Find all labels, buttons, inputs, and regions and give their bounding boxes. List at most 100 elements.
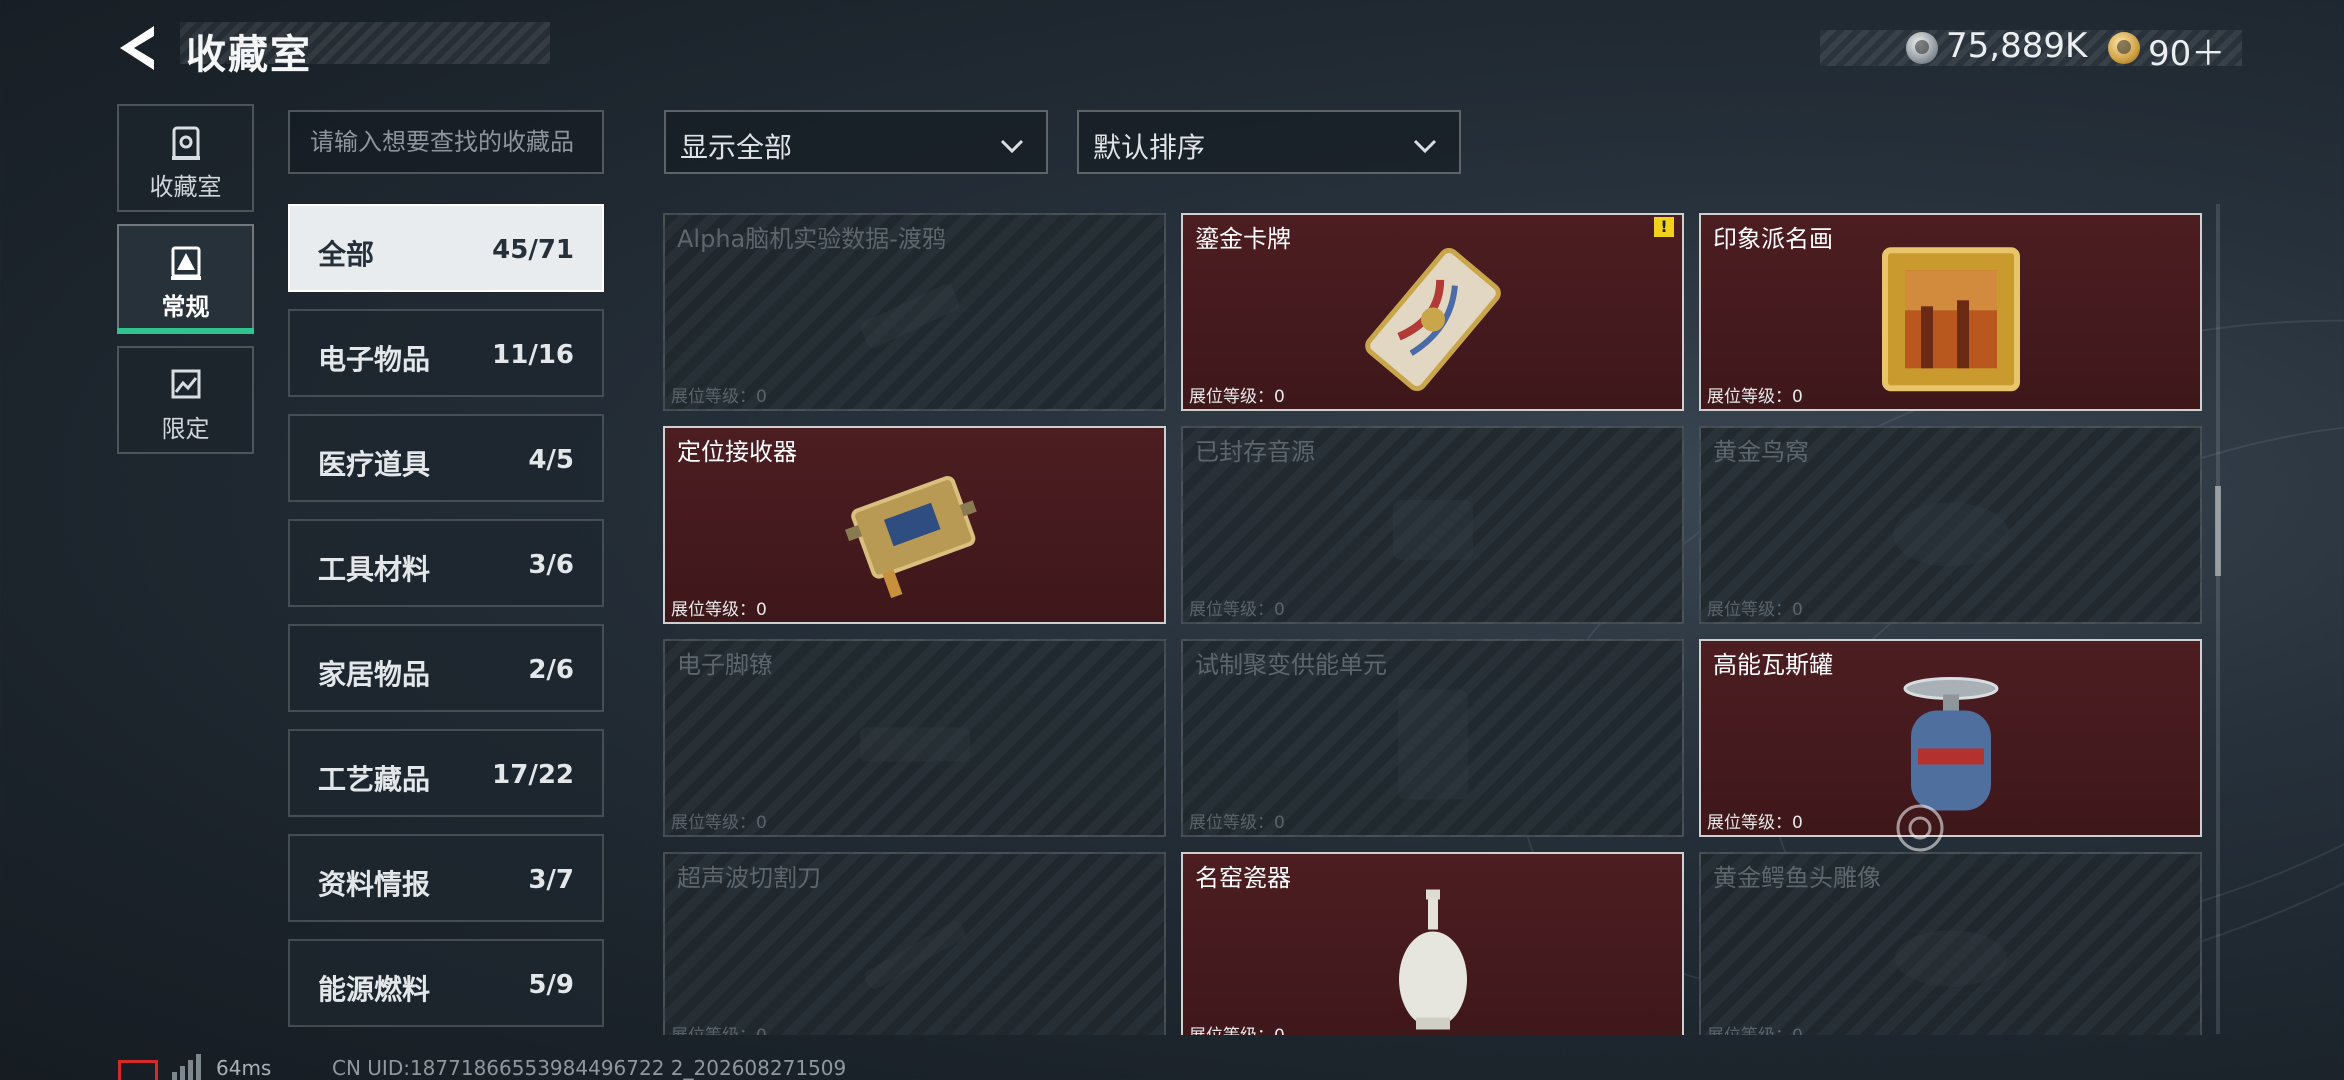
- item-name: 黄金鸟窝: [1713, 438, 1809, 466]
- item-name: 高能瓦斯罐: [1713, 651, 1833, 679]
- category-name: 资料情报: [318, 868, 431, 901]
- collection-item-card[interactable]: Alpha脑机实验数据-渡鸦 展位等级：0: [663, 213, 1166, 411]
- item-name: 印象派名画: [1713, 225, 1833, 253]
- side-tab-label: 常规: [161, 293, 210, 321]
- category-name: 电子物品: [318, 343, 431, 376]
- data-drive-icon: [860, 284, 959, 348]
- item-name: 试制聚变供能单元: [1195, 651, 1387, 679]
- signal-icon: [172, 1054, 201, 1080]
- golden-crocodile-head-icon: [1894, 930, 2007, 987]
- ultrasonic-cutter-icon: [864, 921, 965, 989]
- collection-item-card[interactable]: 已封存音源 展位等级：0: [1181, 426, 1684, 624]
- item-level: 展位等级：0: [1707, 387, 1803, 407]
- category-count: 4/5: [528, 445, 574, 475]
- sort-value: 默认排序: [1093, 131, 1206, 164]
- category-count: 2/6: [528, 655, 574, 685]
- battery-icon: [118, 1060, 158, 1080]
- item-name: 黄金鳄鱼头雕像: [1713, 864, 1881, 892]
- category-tools[interactable]: 工具材料 3/6: [288, 519, 604, 607]
- item-level: 展位等级：0: [1707, 813, 1803, 833]
- item-level: 展位等级：0: [1189, 600, 1285, 620]
- category-count: 11/16: [492, 340, 574, 370]
- item-level: 展位等级：0: [1189, 387, 1285, 407]
- collection-item-card[interactable]: 名窑瓷器 展位等级：0: [1181, 852, 1684, 1035]
- side-tab-limited[interactable]: 限定: [117, 346, 254, 454]
- collection-item-card[interactable]: 电子脚镣 展位等级：0: [663, 639, 1166, 837]
- category-name: 工具材料: [318, 553, 431, 586]
- item-level: 展位等级：0: [1707, 1021, 1803, 1035]
- category-medical[interactable]: 医疗道具 4/5: [288, 414, 604, 502]
- item-level: 展位等级：0: [1707, 600, 1803, 620]
- category-count: 17/22: [492, 760, 574, 790]
- framed-painting-icon: [1881, 247, 2020, 392]
- item-level: 展位等级：0: [671, 813, 767, 833]
- crosshair-icon: [1896, 804, 1944, 852]
- locator-receiver-icon: [844, 475, 977, 599]
- collection-item-card[interactable]: 黄金鳄鱼头雕像 展位等级：0: [1699, 852, 2202, 1035]
- show-filter-value: 显示全部: [680, 131, 793, 164]
- gold-coin-amount: 90＋: [2148, 34, 2226, 74]
- silver-coin-icon: [1906, 32, 1938, 64]
- item-name: 电子脚镣: [677, 651, 773, 679]
- side-tab-regular[interactable]: 常规: [117, 224, 254, 334]
- chevron-down-icon: [1413, 139, 1437, 154]
- category-name: 家居物品: [318, 658, 431, 691]
- category-name: 工艺藏品: [318, 763, 431, 796]
- gilded-card-icon: [1364, 247, 1501, 392]
- category-all[interactable]: 全部 45/71: [288, 204, 604, 292]
- alert-badge-icon: !: [1654, 217, 1674, 237]
- collection-item-card[interactable]: 鎏金卡牌 ! 展位等级：0: [1181, 213, 1684, 411]
- sort-dropdown[interactable]: 默认排序: [1077, 110, 1461, 174]
- back-arrow-icon[interactable]: [114, 22, 160, 74]
- search-input[interactable]: [288, 110, 604, 174]
- collection-item-card[interactable]: 试制聚变供能单元 展位等级：0: [1181, 639, 1684, 837]
- collection-item-card[interactable]: 高能瓦斯罐 展位等级：0: [1699, 639, 2202, 837]
- collection-item-card[interactable]: 超声波切割刀 展位等级：0: [663, 852, 1166, 1035]
- active-tab-indicator: [117, 328, 254, 334]
- ankle-monitor-icon: [859, 727, 970, 762]
- category-name: 能源燃料: [318, 973, 431, 1006]
- silver-coin-amount: 75,889K: [1946, 26, 2088, 66]
- grid-scroll-thumb[interactable]: [2215, 486, 2221, 576]
- item-name: Alpha脑机实验数据-渡鸦: [677, 225, 946, 253]
- show-filter-dropdown[interactable]: 显示全部: [664, 110, 1048, 174]
- item-level: 展位等级：0: [1189, 813, 1285, 833]
- category-household[interactable]: 家居物品 2/6: [288, 624, 604, 712]
- picture-icon: [171, 369, 200, 399]
- category-count: 3/6: [528, 550, 574, 580]
- category-fuel[interactable]: 能源燃料 5/9: [288, 939, 604, 1027]
- item-name: 超声波切割刀: [677, 864, 821, 892]
- golden-nest-icon: [1892, 502, 2009, 567]
- side-tab-collection-room[interactable]: 收藏室: [117, 104, 254, 212]
- item-name: 鎏金卡牌: [1195, 225, 1291, 253]
- item-level: 展位等级：0: [671, 600, 767, 620]
- header: 收藏室 75,889K 90＋: [0, 0, 2344, 100]
- category-intel[interactable]: 资料情报 3/7: [288, 834, 604, 922]
- category-electronics[interactable]: 电子物品 11/16: [288, 309, 604, 397]
- sealed-audio-icon: [1392, 500, 1473, 560]
- side-tab-label: 限定: [161, 415, 210, 443]
- collection-item-card[interactable]: 黄金鸟窝 展位等级：0: [1699, 426, 2202, 624]
- porcelain-vase-icon: [1398, 889, 1467, 1030]
- uid-text: CN UID:18771866553984496722 2_2026082715…: [332, 1056, 847, 1080]
- item-level: 展位等级：0: [671, 1021, 767, 1035]
- item-level: 展位等级：0: [1189, 1021, 1285, 1035]
- latency-text: 64ms: [216, 1056, 272, 1080]
- category-name: 全部: [318, 238, 375, 271]
- item-level: 展位等级：0: [671, 387, 767, 407]
- vault-icon: [171, 126, 200, 160]
- category-crafts[interactable]: 工艺藏品 17/22: [288, 729, 604, 817]
- category-count: 3/7: [528, 865, 574, 895]
- item-name: 名窑瓷器: [1195, 864, 1291, 892]
- collection-grid: Alpha脑机实验数据-渡鸦 展位等级：0 鎏金卡牌 ! 展位等级：0 印象派名…: [663, 213, 2203, 1035]
- gold-coin-icon: [2108, 32, 2140, 64]
- collection-item-card[interactable]: 定位接收器 展位等级：0: [663, 426, 1166, 624]
- exhibit-icon: [170, 246, 201, 280]
- item-name: 已封存音源: [1195, 438, 1315, 466]
- category-name: 医疗道具: [318, 448, 431, 481]
- category-count: 5/9: [528, 970, 574, 1000]
- grid-scrollbar[interactable]: [2216, 204, 2220, 1034]
- fusion-unit-icon: [1397, 689, 1468, 800]
- item-name: 定位接收器: [677, 438, 797, 466]
- collection-item-card[interactable]: 印象派名画 展位等级：0: [1699, 213, 2202, 411]
